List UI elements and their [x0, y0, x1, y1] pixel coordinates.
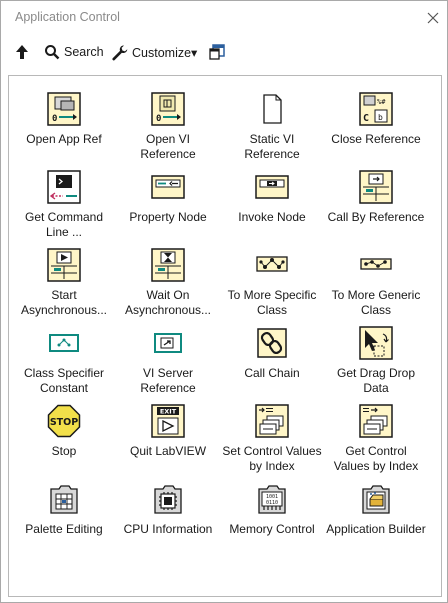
palette-item-memory-control[interactable]: 1001 0110 Memory Control — [220, 482, 324, 560]
up-button[interactable] — [13, 42, 31, 62]
application-builder-icon — [362, 485, 390, 514]
open-app-ref-icon: 0 — [47, 92, 81, 126]
palette-item-open-app-ref[interactable]: 0 Open App Ref — [12, 92, 116, 170]
palette-item-label: Palette Editing — [25, 522, 103, 536]
static-vi-reference-icon — [263, 94, 282, 124]
invoke-node-icon — [255, 175, 289, 199]
customize-label: Customize▾ — [132, 45, 198, 60]
palette-item-wait-on-asynchronous[interactable]: Wait On Asynchronous... — [116, 248, 220, 326]
palette-editing-icon — [50, 485, 78, 514]
palette-item-application-builder[interactable]: Application Builder — [324, 482, 428, 560]
class-specifier-constant-icon — [49, 334, 79, 352]
palette-item-static-vi-reference[interactable]: Static VI Reference — [220, 92, 324, 170]
close-icon[interactable] — [427, 12, 439, 24]
palette-item-start-asynchronous[interactable]: Start Asynchronous... — [12, 248, 116, 326]
palette-item-label: Open App Ref — [26, 132, 102, 146]
palette-item-cpu-information[interactable]: CPU Information — [116, 482, 220, 560]
svg-text:%#: %# — [377, 98, 386, 106]
palette-item-get-command-line[interactable]: Get Command Line ... — [12, 170, 116, 248]
svg-text:EXIT: EXIT — [160, 408, 177, 416]
palette-item-label: Static VI Reference — [244, 132, 300, 161]
wait-on-asynchronous-icon — [151, 248, 185, 282]
cpu-information-icon — [154, 485, 182, 514]
search-label: Search — [64, 45, 104, 59]
svg-text:C: C — [363, 113, 369, 124]
palette-item-label: Invoke Node — [238, 210, 306, 224]
up-arrow-icon — [16, 45, 28, 59]
palette-item-close-reference[interactable]: %# C b Close Reference — [324, 92, 428, 170]
search-button[interactable]: Search — [44, 42, 104, 62]
palette-item-get-drag-drop-data[interactable]: Get Drag Drop Data — [324, 326, 428, 404]
palette-item-label: Property Node — [129, 210, 207, 224]
palette-item-label: To More Generic Class — [331, 288, 421, 317]
palette-item-call-chain[interactable]: Call Chain — [220, 326, 324, 404]
quit-labview-icon: EXIT — [151, 404, 185, 438]
palette-item-label: Class Specifier Constant — [23, 366, 105, 395]
palette-item-class-specifier-constant[interactable]: Class Specifier Constant — [12, 326, 116, 404]
wrench-icon — [112, 45, 128, 60]
palette-item-label: VI Server Reference — [140, 366, 196, 395]
svg-text:0: 0 — [52, 114, 57, 124]
palette-item-label: Start Asynchronous... — [20, 288, 108, 317]
palette-item-stop[interactable]: STOP Stop — [12, 404, 116, 482]
get-drag-drop-data-icon — [359, 326, 393, 360]
palette-item-label: Close Reference — [331, 132, 421, 146]
palette-item-palette-editing[interactable]: Palette Editing — [12, 482, 116, 560]
set-control-values-icon — [255, 404, 289, 438]
palette-item-label: Set Control Values by Index — [222, 444, 322, 473]
to-more-specific-class-icon — [256, 256, 288, 272]
view-toggle-button[interactable] — [208, 42, 226, 62]
to-more-generic-class-icon — [360, 258, 392, 270]
palette-item-label: Application Builder — [326, 522, 426, 536]
palette-toolbar: Search Customize▾ — [1, 39, 447, 65]
window-title: Application Control — [15, 10, 120, 24]
palette-item-label: Get Drag Drop Data — [336, 366, 416, 395]
customize-button[interactable]: Customize▾ — [111, 42, 197, 62]
palette-item-quit-labview[interactable]: EXIT Quit LabVIEW — [116, 404, 220, 482]
palette-item-label: Get Command Line ... — [24, 210, 104, 239]
palette-item-property-node[interactable]: Property Node — [116, 170, 220, 248]
palette-item-label: To More Specific Class — [227, 288, 317, 317]
palette-item-to-more-specific-class[interactable]: To More Specific Class — [220, 248, 324, 326]
palette-item-label: Call Chain — [244, 366, 300, 380]
close-reference-icon: %# C b — [359, 92, 393, 126]
call-chain-icon — [257, 328, 287, 358]
palette-item-call-by-reference[interactable]: Call By Reference — [324, 170, 428, 248]
vi-server-reference-icon — [154, 333, 182, 353]
open-vi-reference-icon: 0 — [151, 92, 185, 126]
stop-icon: STOP — [47, 404, 81, 438]
search-icon — [45, 45, 60, 60]
palette-item-set-control-values-by-index[interactable]: Set Control Values by Index — [220, 404, 324, 482]
palette-item-label: Memory Control — [229, 522, 315, 536]
application-control-palette-window: Application Control Search Customize▾ 0 … — [0, 0, 448, 603]
get-command-line-icon — [47, 170, 81, 204]
palette-item-get-control-values-by-index[interactable]: Get Control Values by Index — [324, 404, 428, 482]
palette-grid: 0 Open App Ref 0 Open VI Reference Stati… — [9, 76, 444, 560]
svg-text:b: b — [378, 113, 383, 122]
svg-text:0: 0 — [156, 114, 161, 124]
svg-text:0110: 0110 — [266, 500, 278, 506]
svg-text:STOP: STOP — [50, 417, 78, 428]
palette-item-label: CPU Information — [123, 522, 213, 536]
palette-item-to-more-generic-class[interactable]: To More Generic Class — [324, 248, 428, 326]
palette-item-label: Quit LabVIEW — [129, 444, 207, 458]
get-control-values-icon — [359, 404, 393, 438]
palette-item-invoke-node[interactable]: Invoke Node — [220, 170, 324, 248]
palette-item-label: Open VI Reference — [140, 132, 196, 161]
palette-item-open-vi-reference[interactable]: 0 Open VI Reference — [116, 92, 220, 170]
window-pin-icon — [209, 44, 225, 60]
memory-control-icon: 1001 0110 — [258, 485, 286, 514]
palette-item-label: Wait On Asynchronous... — [124, 288, 212, 317]
title-bar[interactable]: Application Control — [1, 1, 447, 35]
palette-item-label: Get Control Values by Index — [333, 444, 419, 473]
palette-item-vi-server-reference[interactable]: VI Server Reference — [116, 326, 220, 404]
palette-item-label: Call By Reference — [327, 210, 425, 224]
palette-panel: 0 Open App Ref 0 Open VI Reference Stati… — [8, 75, 442, 597]
palette-item-label: Stop — [51, 444, 77, 458]
property-node-icon — [151, 175, 185, 199]
call-by-reference-icon — [359, 170, 393, 204]
start-asynchronous-icon — [47, 248, 81, 282]
